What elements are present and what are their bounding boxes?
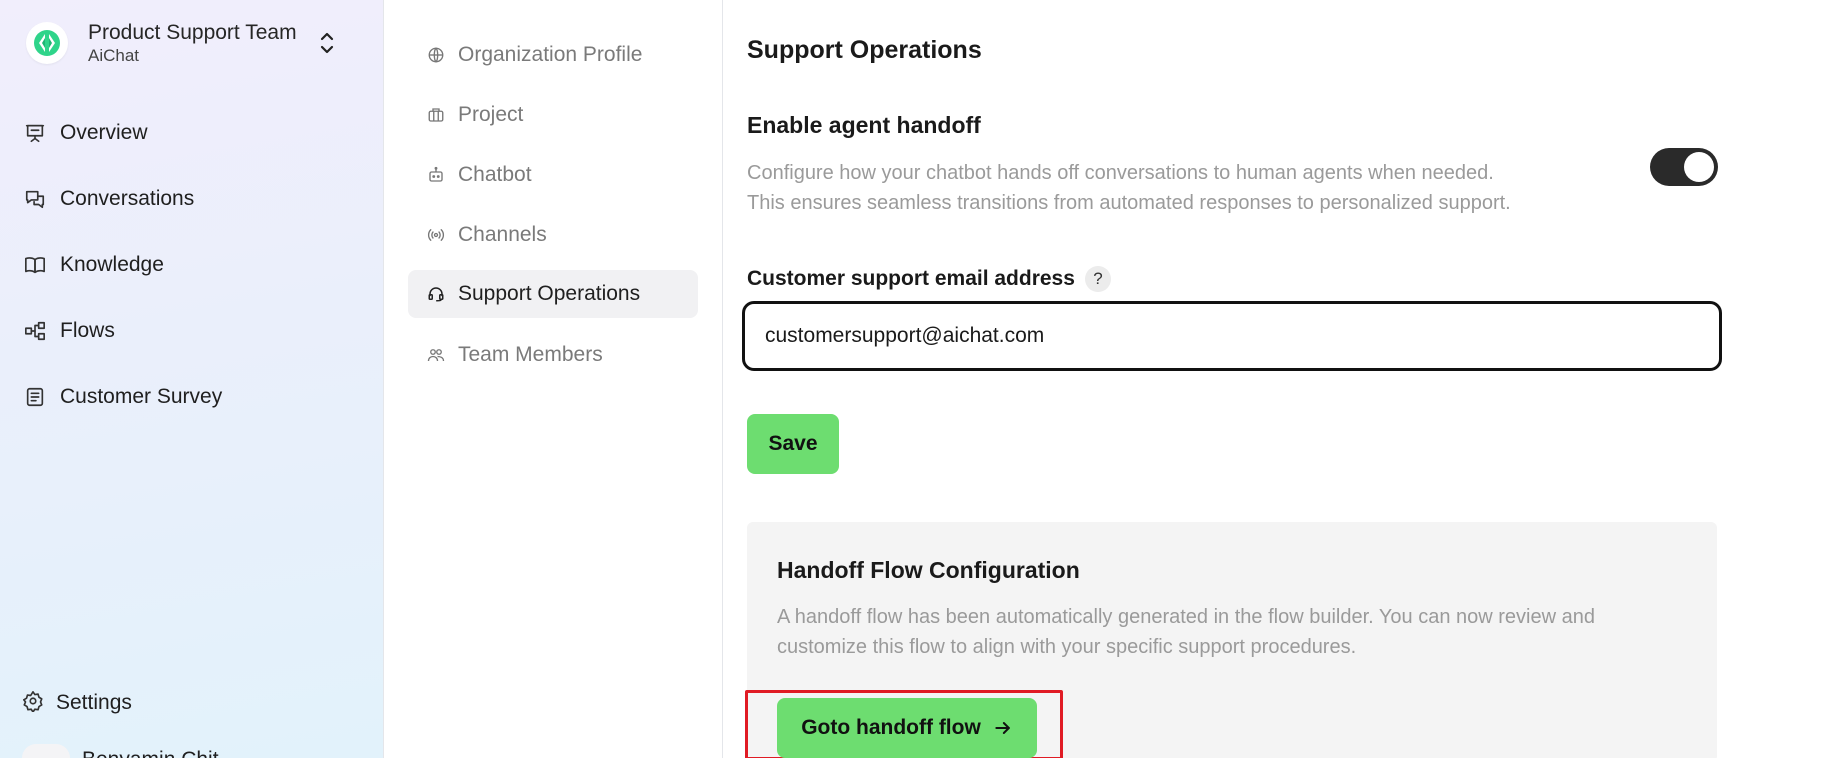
team-name: Product Support Team — [88, 21, 297, 44]
nav-item-knowledge[interactable]: Knowledge — [22, 232, 222, 298]
nav-label: Settings — [56, 691, 132, 714]
help-icon[interactable]: ? — [1084, 266, 1111, 292]
nav-item-overview[interactable]: Overview — [22, 100, 222, 166]
email-field-label: Customer support email address — [747, 267, 1075, 290]
support-operations-panel: Support Operations Enable agent handoff … — [742, 0, 1817, 758]
settings-item-channels[interactable]: Channels — [408, 211, 698, 259]
team-subtitle: AiChat — [88, 46, 140, 65]
settings-item-label: Channels — [458, 223, 547, 246]
main-sidebar: Product Support Team AiChat Overview Con… — [0, 0, 384, 758]
nav-item-flows[interactable]: Flows — [22, 298, 222, 364]
avatar — [22, 744, 70, 758]
settings-item-label: Organization Profile — [458, 43, 643, 66]
settings-nav: Organization Profile Project Chatbot Cha… — [384, 0, 723, 758]
arrow-right-icon — [993, 718, 1013, 738]
settings-item-label: Support Operations — [458, 282, 641, 305]
team-switcher[interactable]: Product Support Team AiChat — [26, 18, 346, 68]
toggle-knob — [1684, 152, 1714, 182]
save-button[interactable]: Save — [747, 414, 839, 474]
handoff-flow-card: Handoff Flow Configuration A handoff flo… — [745, 522, 1717, 758]
handoff-description-line: Configure how your chatbot hands off con… — [747, 162, 1494, 184]
flow-card-description: A handoff flow has been automatically ge… — [777, 606, 1595, 658]
goto-handoff-flow-button[interactable]: Goto handoff flow — [777, 698, 1037, 758]
settings-item-label: Chatbot — [458, 163, 532, 186]
flow-card-title: Handoff Flow Configuration — [777, 557, 1080, 583]
primary-nav: Overview Conversations Knowledge Flows C… — [22, 100, 222, 430]
presentation-icon — [22, 120, 48, 146]
handoff-description: Configure how your chatbot hands off con… — [747, 158, 1607, 218]
globe-icon — [426, 45, 446, 65]
nav-item-settings[interactable]: Settings — [22, 685, 132, 721]
settings-item-team-members[interactable]: Team Members — [408, 331, 698, 379]
settings-item-label: Project — [458, 103, 524, 126]
goto-button-label: Goto handoff flow — [801, 716, 981, 739]
nav-label: Conversations — [60, 187, 195, 210]
broadcast-icon — [426, 225, 446, 245]
settings-item-label: Team Members — [458, 343, 603, 366]
nav-label: Customer Survey — [60, 385, 223, 408]
book-icon — [22, 252, 48, 278]
settings-item-support-operations[interactable]: Support Operations — [408, 270, 698, 318]
email-field[interactable] — [742, 301, 1722, 371]
briefcase-icon — [426, 105, 446, 125]
flow-nodes-icon — [22, 318, 48, 344]
nav-label: Flows — [60, 319, 115, 342]
clipboard-icon — [22, 384, 48, 410]
chevron-up-down-icon[interactable] — [316, 30, 338, 61]
handoff-section-title: Enable agent handoff — [747, 112, 981, 138]
handoff-description-line: This ensures seamless transitions from a… — [747, 192, 1511, 214]
user-profile[interactable]: Benyamin Chit — [22, 744, 219, 758]
settings-item-project[interactable]: Project — [408, 91, 698, 139]
user-name: Benyamin Chit — [82, 748, 219, 758]
nav-label: Knowledge — [60, 253, 164, 276]
chat-bubbles-icon — [22, 186, 48, 212]
bot-icon — [426, 165, 446, 185]
settings-item-chatbot[interactable]: Chatbot — [408, 151, 698, 199]
nav-item-customer-survey[interactable]: Customer Survey — [22, 364, 222, 430]
settings-item-organization-profile[interactable]: Organization Profile — [408, 31, 698, 79]
email-label-row: Customer support email address ? — [747, 266, 1111, 292]
nav-label: Overview — [60, 121, 148, 144]
nav-item-conversations[interactable]: Conversations — [22, 166, 222, 232]
gear-icon — [22, 690, 44, 717]
users-icon — [426, 345, 446, 365]
headset-icon — [426, 284, 446, 304]
agent-handoff-toggle[interactable] — [1650, 148, 1718, 186]
page-title: Support Operations — [747, 36, 982, 64]
aichat-logo-icon — [26, 22, 68, 64]
